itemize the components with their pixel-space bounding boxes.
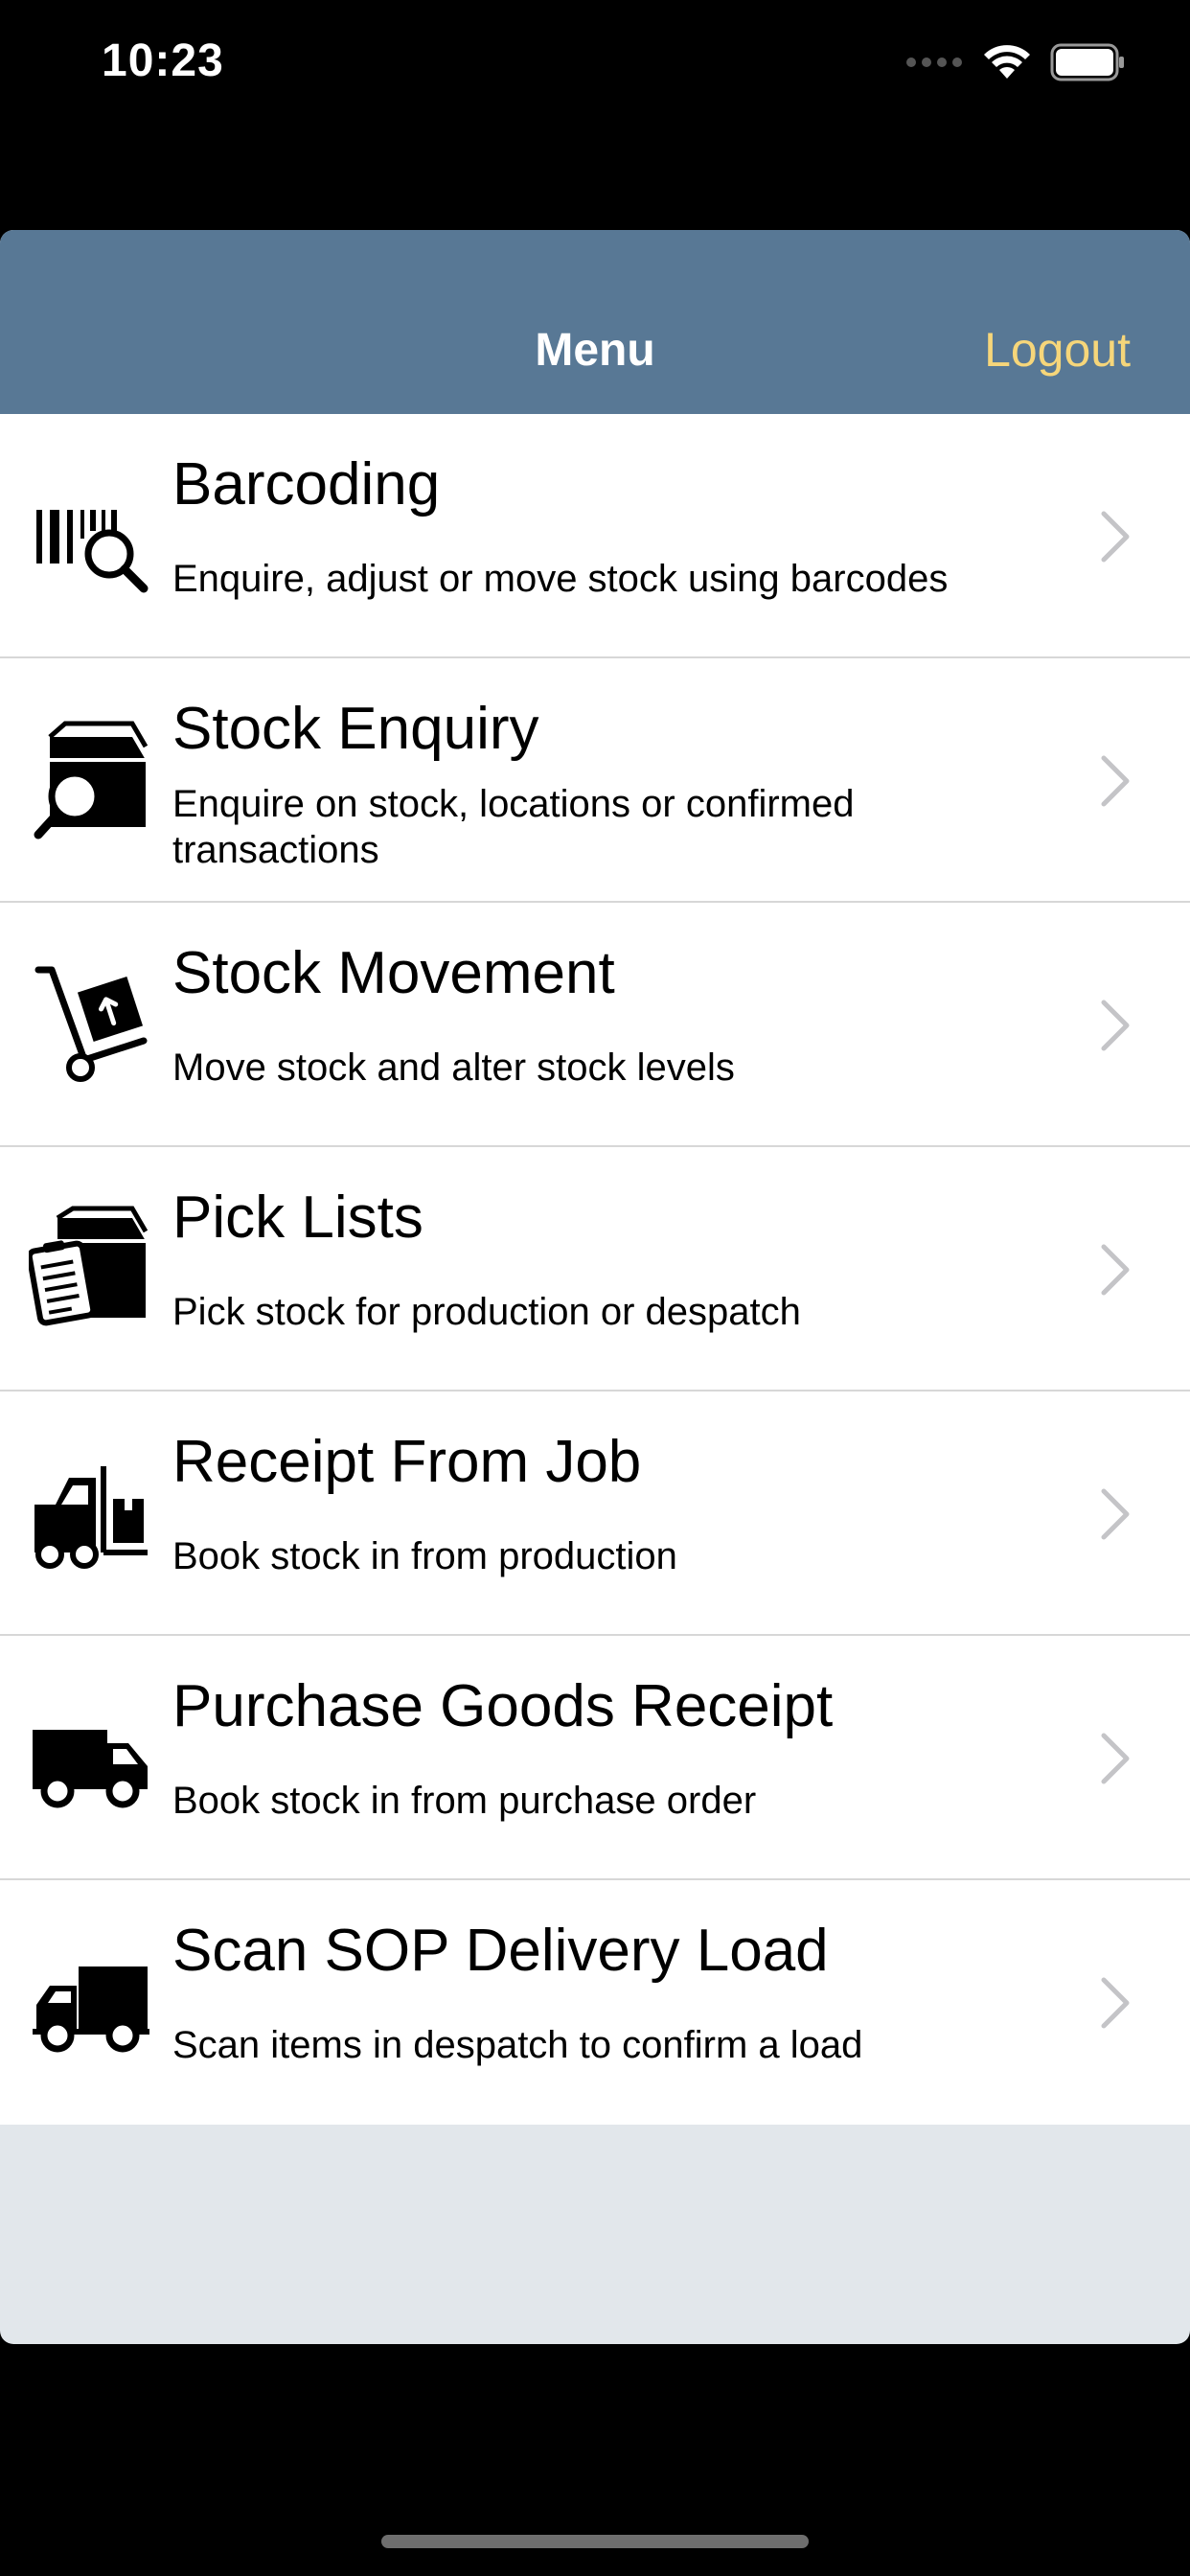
menu-item-stock-enquiry[interactable]: Stock Enquiry Enquire on stock, location… [0, 658, 1190, 903]
chevron-right-icon [1101, 1977, 1130, 2029]
signal-icon [906, 56, 964, 74]
menu-item-pick-lists[interactable]: Pick Lists Pick stock for production or … [0, 1147, 1190, 1392]
chevron-right-icon [1101, 1000, 1130, 1051]
menu-item-subtitle: Pick stock for production or despatch [172, 1291, 801, 1333]
menu-item-subtitle: Scan items in despatch to confirm a load [172, 2024, 863, 2066]
menu-item-barcoding[interactable]: Barcoding Enquire, adjust or move stock … [0, 414, 1190, 658]
menu-item-stock-movement[interactable]: Stock Movement Move stock and alter stoc… [0, 903, 1190, 1147]
menu-item-title: Scan SOP Delivery Load [172, 1918, 829, 1984]
chevron-right-icon [1101, 1488, 1130, 1540]
chevron-right-icon [1101, 1244, 1130, 1296]
hand-truck-icon [29, 960, 153, 1085]
battery-icon [1050, 43, 1127, 86]
home-indicator[interactable] [381, 2535, 809, 2548]
menu-item-purchase-goods-receipt[interactable]: Purchase Goods Receipt Book stock in fro… [0, 1636, 1190, 1880]
menu-item-title: Barcoding [172, 451, 441, 518]
menu-item-title: Stock Movement [172, 940, 615, 1006]
status-time: 10:23 [102, 35, 224, 86]
menu-item-subtitle: Move stock and alter stock levels [172, 1046, 735, 1089]
menu-item-subtitle: Enquire on stock, locations or confirmed… [172, 783, 855, 871]
delivery-truck-icon [29, 1938, 153, 2062]
wifi-icon [983, 44, 1031, 85]
menu-list: Barcoding Enquire, adjust or move stock … [0, 414, 1190, 2125]
delivery-van-icon [29, 1693, 153, 1818]
status-indicators [906, 42, 1127, 86]
box-clipboard-icon [29, 1205, 153, 1329]
status-bar: 10:23 [0, 0, 1190, 134]
menu-item-title: Pick Lists [172, 1184, 423, 1251]
box-search-icon [29, 716, 153, 840]
menu-item-subtitle: Book stock in from production [172, 1535, 677, 1577]
navigation-bar: Menu Logout [0, 230, 1190, 414]
menu-item-scan-sop-delivery-load[interactable]: Scan SOP Delivery Load Scan items in des… [0, 1880, 1190, 2125]
chevron-right-icon [1101, 1733, 1130, 1784]
forklift-icon [29, 1449, 153, 1574]
menu-item-title: Purchase Goods Receipt [172, 1673, 834, 1739]
menu-sheet: Menu Logout Barcoding Enquire, adjust or… [0, 230, 1190, 2344]
menu-item-receipt-from-job[interactable]: Receipt From Job Book stock in from prod… [0, 1392, 1190, 1636]
menu-item-subtitle: Book stock in from purchase order [172, 1780, 757, 1822]
chevron-right-icon [1101, 755, 1130, 807]
menu-item-title: Receipt From Job [172, 1429, 642, 1495]
logout-button[interactable]: Logout [984, 322, 1131, 378]
menu-item-title: Stock Enquiry [172, 696, 539, 762]
chevron-right-icon [1101, 511, 1130, 563]
barcode-search-icon [29, 472, 153, 596]
menu-item-subtitle: Enquire, adjust or move stock using barc… [172, 558, 949, 600]
